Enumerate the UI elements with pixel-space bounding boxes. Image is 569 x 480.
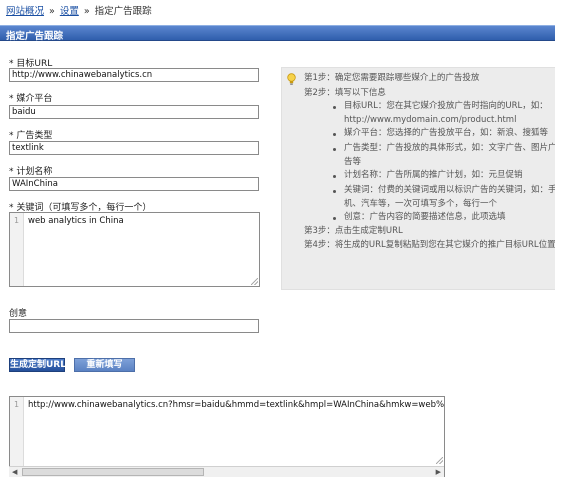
help-item-target-url-example: http://www.mydomain.com/product.html xyxy=(344,115,517,125)
help-step-2: 第2步：填写以下信息 xyxy=(304,88,386,98)
bullet-icon xyxy=(333,106,336,109)
line-number-gutter: 1 xyxy=(10,213,24,286)
keywords-textarea[interactable]: 1 web analytics in China xyxy=(9,212,260,287)
ad-type-label: * 广告类型 xyxy=(9,131,53,141)
breadcrumb-separator: » xyxy=(83,6,90,17)
breadcrumb-link-overview[interactable]: 网站概况 xyxy=(6,6,44,17)
bullet-icon xyxy=(333,133,336,136)
breadcrumb-separator: » xyxy=(49,6,55,17)
line-number-gutter: 1 xyxy=(10,397,24,476)
bullet-icon xyxy=(333,217,336,220)
media-platform-input[interactable]: baidu xyxy=(9,105,259,119)
page-title: 指定广告跟踪 xyxy=(6,31,64,42)
help-step-4: 第4步：将生成的URL复制粘贴到您在其它媒介的推广目标URL位置 xyxy=(304,240,556,250)
page-title-bar: 指定广告跟踪 xyxy=(0,25,569,42)
campaign-name-input[interactable]: WAInChina xyxy=(9,177,259,191)
help-item-ad-type-cont: 告等 xyxy=(344,157,362,167)
help-item-target-url: 目标URL：您在其它媒介投放广告时指向的URL，如： xyxy=(344,101,548,111)
generated-url-text: http://www.chinawebanalytics.cn?hmsr=bai… xyxy=(28,400,445,410)
reset-button[interactable]: 重新填写 xyxy=(74,358,135,372)
creative-input[interactable] xyxy=(9,319,259,333)
help-step-3: 第3步：点击生成定制URL xyxy=(304,226,403,236)
campaign-name-label: * 计划名称 xyxy=(9,167,53,177)
bullet-icon xyxy=(333,148,336,151)
horizontal-scrollbar[interactable]: ◀ ▶ xyxy=(9,466,444,477)
breadcrumb-current: 指定广告跟踪 xyxy=(94,6,152,17)
help-item-keywords-cont: 机、汽车等，一次可填写多个，每行一个 xyxy=(344,199,498,209)
help-item-creative: 创意：广告内容的简要描述信息，此项选填 xyxy=(344,212,506,222)
generated-url-textarea[interactable]: 1 http://www.chinawebanalytics.cn?hmsr=b… xyxy=(9,396,445,477)
ad-type-input[interactable]: textlink xyxy=(9,141,259,155)
breadcrumb: 网站概况 » 设置 » 指定广告跟踪 xyxy=(6,3,152,17)
help-item-media-platform: 媒介平台：您选择的广告投放平台，如：新浪、搜狐等 xyxy=(344,128,549,138)
help-item-campaign: 计划名称：广告所属的推广计划，如：元旦促销 xyxy=(344,170,523,180)
resize-grip-icon[interactable] xyxy=(436,457,443,464)
scroll-left-icon[interactable]: ◀ xyxy=(12,468,17,476)
media-platform-label: * 媒介平台 xyxy=(9,94,53,104)
vertical-scrollbar[interactable] xyxy=(555,0,569,480)
keywords-text: web analytics in China xyxy=(28,216,124,226)
help-item-keywords: 关键词：付费的关键词或用以标识广告的关键词，如：手 xyxy=(344,185,557,195)
scrollbar-thumb[interactable] xyxy=(22,468,204,476)
target-url-input[interactable]: http://www.chinawebanalytics.cn xyxy=(9,68,259,82)
breadcrumb-link-settings[interactable]: 设置 xyxy=(60,6,79,17)
help-item-ad-type: 广告类型：广告投放的具体形式，如：文字广告、图片广 xyxy=(344,143,557,153)
bullet-icon xyxy=(333,190,336,193)
help-step-1: 第1步：确定您需要跟踪哪些媒介上的广告投放 xyxy=(304,73,480,83)
generate-url-button[interactable]: 生成定制URL xyxy=(9,358,66,372)
scroll-right-icon[interactable]: ▶ xyxy=(436,468,441,476)
lightbulb-icon xyxy=(287,73,296,85)
bullet-icon xyxy=(333,175,336,178)
resize-grip-icon[interactable] xyxy=(251,278,258,285)
help-panel: 第1步：确定您需要跟踪哪些媒介上的广告投放 第2步：填写以下信息 目标URL：您… xyxy=(281,67,565,290)
creative-label: 创意 xyxy=(9,309,28,319)
